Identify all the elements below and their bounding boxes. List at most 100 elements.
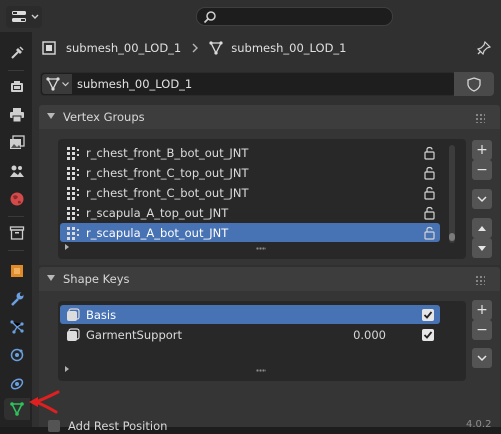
tab-divider	[8, 216, 24, 217]
scene-icon	[10, 165, 24, 177]
vertex-group-name: r_chest_front_C_bot_out_JNT	[86, 185, 249, 200]
mesh-browse-dropdown[interactable]	[42, 74, 72, 94]
vertex-group-icon	[67, 186, 79, 200]
chevron-down-icon	[477, 354, 487, 361]
shape-key-row[interactable]: GarmentSupport 0.000	[60, 325, 440, 344]
mesh-datablock-field[interactable]: submesh_00_LOD_1	[40, 72, 456, 96]
mesh-data-icon	[10, 402, 24, 416]
shape-key-name: GarmentSupport	[86, 327, 183, 342]
object-tab[interactable]	[4, 260, 30, 282]
vertex-group-specials-button[interactable]	[472, 189, 492, 209]
world-tab[interactable]	[4, 188, 30, 210]
add-vertex-group-button[interactable]: +	[472, 140, 492, 160]
shape-key-row[interactable]: Basis	[60, 305, 440, 324]
physics-tab[interactable]	[4, 344, 30, 366]
tab-divider	[8, 70, 24, 71]
vertex-group-name: r_chest_front_C_top_out_JNT	[86, 165, 249, 180]
unlock-icon[interactable]	[422, 226, 436, 240]
shape-key-value[interactable]: 0.000	[326, 328, 386, 342]
search-input[interactable]	[196, 7, 393, 26]
collection-tab[interactable]	[4, 222, 30, 244]
modifiers-tab[interactable]	[4, 288, 30, 310]
mesh-name-value: submesh_00_LOD_1	[77, 77, 193, 91]
filter-expand-icon[interactable]	[64, 244, 70, 250]
object-square-icon	[42, 41, 56, 55]
vertex-group-row[interactable]: r_scapula_A_bot_out_JNT	[60, 223, 440, 242]
list-resize-handle[interactable]	[256, 369, 266, 372]
add-rest-position-label: Add Rest Position	[68, 419, 168, 433]
shape-key-icon	[67, 327, 80, 341]
output-tab[interactable]	[4, 104, 30, 126]
vertex-group-row[interactable]: r_scapula_A_top_out_JNT	[60, 203, 440, 222]
add-rest-position-checkbox[interactable]	[48, 420, 60, 432]
vertex-group-icon	[67, 226, 79, 240]
triangle-up-icon	[478, 225, 486, 231]
unlock-icon[interactable]	[422, 166, 436, 180]
properties-editor-icon	[12, 11, 26, 22]
shape-key-mute-checkbox[interactable]	[422, 308, 434, 321]
properties-main-area: submesh_00_LOD_1 submesh_00_LOD_1 submes…	[32, 32, 501, 433]
unlock-icon[interactable]	[422, 206, 436, 220]
shape-keys-panel: Basis GarmentSupport 0.000 + − Add Rest Po…	[39, 291, 500, 433]
mesh-data-icon	[46, 77, 60, 91]
shape-keys-panel-header[interactable]: Shape Keys	[39, 267, 500, 291]
particles-tab[interactable]	[4, 316, 30, 338]
add-rest-position-option[interactable]: Add Rest Position	[48, 418, 248, 434]
camera-back-icon	[11, 81, 23, 92]
image-stack-icon	[10, 135, 25, 149]
printer-icon	[10, 108, 24, 123]
scene-tab[interactable]	[4, 160, 30, 182]
breadcrumb-mesh-name: submesh_00_LOD_1	[231, 41, 347, 55]
shape-key-mute-checkbox[interactable]	[422, 328, 434, 341]
move-up-button[interactable]	[472, 218, 492, 238]
vertex-groups-panel-header[interactable]: Vertex Groups	[39, 105, 500, 129]
scrollbar-thumb[interactable]	[449, 233, 455, 241]
constraint-icon	[10, 378, 24, 390]
collection-box-icon	[9, 226, 25, 240]
vertex-group-name: r_scapula_A_top_out_JNT	[86, 205, 229, 220]
shape-key-name: Basis	[86, 307, 117, 322]
unlock-icon[interactable]	[422, 146, 436, 160]
triangle-down-icon	[478, 245, 486, 251]
unlock-icon[interactable]	[422, 186, 436, 200]
particles-icon	[10, 320, 24, 334]
fake-user-button[interactable]	[454, 72, 494, 96]
checkmark-icon	[423, 310, 433, 319]
list-resize-handle[interactable]	[256, 247, 266, 250]
shield-icon	[467, 76, 481, 92]
shape-key-icon	[67, 307, 80, 321]
render-tab[interactable]	[4, 76, 30, 98]
pin-icon[interactable]	[477, 41, 491, 55]
chevron-down-icon	[477, 195, 487, 202]
properties-header	[0, 0, 501, 32]
add-shape-key-button[interactable]: +	[472, 300, 492, 320]
vertex-group-row[interactable]: r_chest_front_C_top_out_JNT	[60, 163, 440, 182]
vertex-group-icon	[67, 166, 79, 180]
chevron-down-icon	[31, 14, 39, 19]
annotation-arrow	[29, 390, 60, 414]
collapse-caret-icon	[47, 275, 55, 281]
version-text: 4.0.2	[466, 419, 492, 430]
checkmark-icon	[423, 330, 433, 339]
move-down-button[interactable]	[472, 238, 492, 258]
shape-key-specials-button[interactable]	[472, 348, 492, 368]
vertex-group-row[interactable]: r_chest_front_C_bot_out_JNT	[60, 183, 440, 202]
properties-tab-strip	[0, 32, 32, 427]
remove-shape-key-button[interactable]: −	[472, 320, 492, 340]
chevron-down-icon	[62, 82, 69, 87]
chevron-right-icon	[192, 43, 199, 53]
vertex-group-list: r_chest_front_B_bot_out_JNT r_chest_front…	[58, 139, 466, 259]
editor-type-button[interactable]	[6, 6, 42, 28]
drag-grip-icon[interactable]	[475, 113, 485, 123]
filter-expand-icon[interactable]	[64, 366, 70, 372]
remove-vertex-group-button[interactable]: −	[472, 160, 492, 180]
search-icon	[203, 11, 216, 24]
vertex-group-row[interactable]: r_chest_front_B_bot_out_JNT	[60, 143, 440, 162]
drag-grip-icon[interactable]	[475, 275, 485, 285]
shape-key-list: Basis GarmentSupport 0.000	[58, 301, 466, 381]
collapse-caret-icon	[47, 113, 55, 119]
list-scrollbar[interactable]	[449, 145, 455, 243]
breadcrumb-object-name: submesh_00_LOD_1	[66, 41, 182, 55]
view-layer-tab[interactable]	[4, 132, 30, 154]
tool-tab[interactable]	[4, 42, 30, 64]
